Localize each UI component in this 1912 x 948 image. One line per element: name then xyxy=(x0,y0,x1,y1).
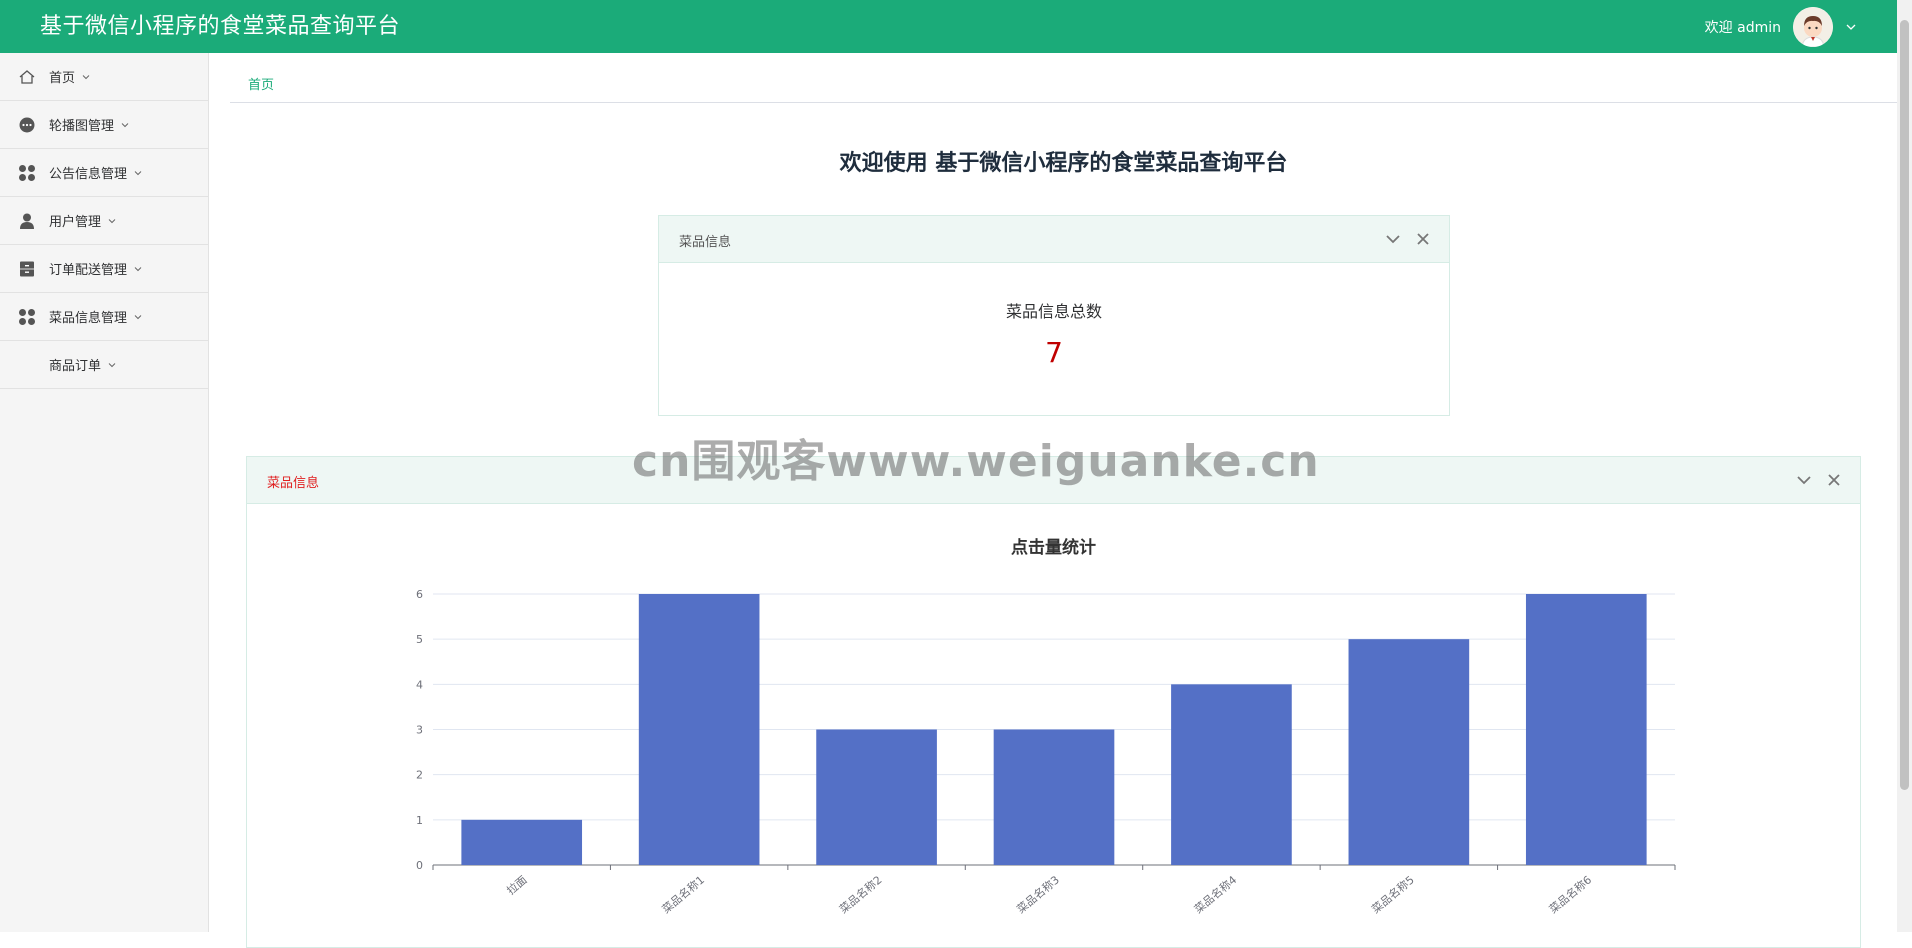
bar xyxy=(638,594,760,865)
scrollbar[interactable] xyxy=(1897,0,1912,932)
chart-panel: 菜品信息 点击量统计 0 1 2 3 4 5 6 拉面 菜品名称1 菜品名称2 菜品名称3 菜品名称4… xyxy=(246,456,1861,948)
breadcrumb-home[interactable]: 首页 xyxy=(248,74,274,93)
sidebar-item-carousel[interactable]: 轮播图管理 xyxy=(0,101,208,149)
bar-chart: 0 1 2 3 4 5 6 拉面 菜品名称1 菜品名称2 菜品名称3 菜品名称4 菜品名称5 菜品名称6 xyxy=(416,588,1676,917)
bar xyxy=(816,729,937,865)
chevron-down-icon[interactable] xyxy=(1845,21,1857,33)
y-tick-label: 4 xyxy=(416,678,423,691)
avatar[interactable] xyxy=(1793,6,1833,47)
sidebar-item-label: 用户管理 xyxy=(49,211,117,230)
x-tick-label: 菜品名称2 xyxy=(836,873,884,917)
grid-icon xyxy=(19,309,35,325)
welcome-text: 欢迎 admin xyxy=(1704,19,1781,36)
stat-panel: 菜品信息 菜品信息总数 7 xyxy=(658,215,1450,416)
chevron-down-icon xyxy=(108,219,116,224)
sidebar-item-dishes[interactable]: 菜品信息管理 xyxy=(0,293,208,341)
panel-title: 菜品信息 xyxy=(679,235,732,250)
x-tick-label: 菜品名称4 xyxy=(1191,873,1239,917)
sidebar-item-notice[interactable]: 公告信息管理 xyxy=(0,149,208,197)
avatar-icon xyxy=(1793,6,1833,47)
y-tick-label: 1 xyxy=(416,814,423,827)
watermark: cn围观客www.weiguanke.cn xyxy=(632,436,1320,487)
y-tick-label: 3 xyxy=(416,724,423,737)
sidebar-item-orders[interactable]: 商品订单 xyxy=(0,341,208,389)
y-tick-label: 5 xyxy=(416,633,423,646)
x-tick-label: 菜品名称3 xyxy=(1014,873,1062,917)
home-icon xyxy=(19,70,35,84)
grid-icon xyxy=(19,165,35,181)
chevron-down-icon xyxy=(108,363,116,368)
cabinet-icon xyxy=(20,261,34,277)
y-tick-label: 2 xyxy=(416,769,423,782)
close-icon[interactable] xyxy=(1415,231,1431,247)
stat-label: 菜品信息总数 xyxy=(1005,302,1102,321)
page-title: 欢迎使用 基于微信小程序的食堂菜品查询平台 xyxy=(839,151,1288,176)
bar xyxy=(1525,594,1647,865)
sidebar-item-label: 菜品信息管理 xyxy=(49,307,143,326)
x-tick-label: 拉面 xyxy=(504,873,530,898)
sidebar: 首页 轮播图管理 公告信息管理 用户管理 订单配送管理 菜品信息管理 商品订单 xyxy=(0,53,209,932)
sidebar-item-label: 订单配送管理 xyxy=(49,259,143,278)
sidebar-item-label: 公告信息管理 xyxy=(49,163,143,182)
chevron-down-icon xyxy=(82,75,90,80)
user-icon xyxy=(20,213,34,229)
sidebar-item-delivery[interactable]: 订单配送管理 xyxy=(0,245,208,293)
collapse-icon[interactable] xyxy=(1385,231,1401,247)
panel-tools xyxy=(1371,231,1431,247)
scrollbar-thumb[interactable] xyxy=(1900,20,1909,790)
chevron-down-icon xyxy=(121,123,129,128)
x-tick-label: 菜品名称1 xyxy=(659,873,707,917)
y-tick-label: 0 xyxy=(416,859,423,872)
y-tick-label: 6 xyxy=(416,588,423,601)
bar xyxy=(993,729,1115,865)
sidebar-item-users[interactable]: 用户管理 xyxy=(0,197,208,245)
x-tick-label: 菜品名称5 xyxy=(1369,873,1417,917)
top-header: 基于微信小程序的食堂菜品查询平台 欢迎 admin xyxy=(0,0,1897,53)
bar xyxy=(461,819,583,865)
x-tick-label: 菜品名称6 xyxy=(1546,873,1594,917)
bar xyxy=(1171,684,1292,865)
chevron-down-icon xyxy=(134,267,142,272)
chevron-down-icon xyxy=(134,315,142,320)
bar xyxy=(1348,639,1470,865)
user-menu[interactable]: 欢迎 admin xyxy=(1705,0,1857,53)
sidebar-item-label: 轮播图管理 xyxy=(49,115,130,134)
sidebar-item-label: 首页 xyxy=(49,67,91,86)
carousel-icon xyxy=(19,117,35,133)
app-title: 基于微信小程序的食堂菜品查询平台 xyxy=(40,14,401,39)
sidebar-item-home[interactable]: 首页 xyxy=(0,53,208,101)
sidebar-item-label: 商品订单 xyxy=(49,355,117,374)
panel-header: 菜品信息 xyxy=(659,216,1449,263)
breadcrumb: 首页 xyxy=(230,53,1897,103)
chevron-down-icon xyxy=(134,171,142,176)
stat-value: 7 xyxy=(1045,336,1063,369)
